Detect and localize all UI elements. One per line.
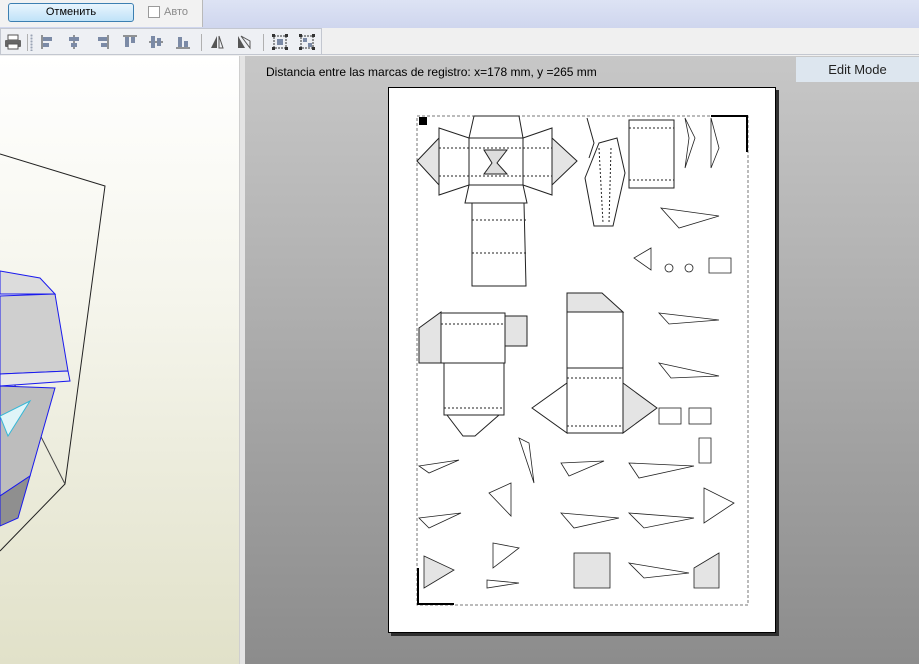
ungroup-icon[interactable]: [298, 33, 316, 51]
part-hull-left: [418, 311, 528, 437]
align-right-icon[interactable]: [93, 33, 111, 51]
registration-distance-text: Distancia entre las marcas de registro: …: [266, 65, 597, 79]
paper-sheet[interactable]: [388, 87, 776, 633]
group-icon[interactable]: [271, 33, 289, 51]
3d-model-view: [0, 153, 106, 552]
part-hull-right: [531, 292, 658, 434]
part-cabin-top: [416, 115, 578, 287]
registration-mark-corner: [711, 115, 748, 152]
align-left-icon[interactable]: [39, 33, 57, 51]
print-preview-area: Distancia entre las marcas de registro: …: [245, 56, 919, 664]
flip-vertical-icon[interactable]: [235, 33, 253, 51]
align-center-v-icon[interactable]: [147, 33, 165, 51]
top-panel: Отменить Авто: [0, 0, 203, 27]
part-rectangle-box: [628, 119, 675, 189]
registration-mark-square: [419, 117, 427, 125]
3d-viewport[interactable]: [0, 56, 239, 664]
flip-horizontal-icon[interactable]: [208, 33, 226, 51]
toolbar: [0, 28, 322, 55]
toolbar-tail: [322, 28, 919, 55]
papercraft-layout: [416, 115, 749, 606]
auto-checkbox[interactable]: [148, 6, 160, 18]
align-top-icon[interactable]: [121, 33, 139, 51]
edit-mode-badge[interactable]: Edit Mode: [796, 57, 919, 82]
print-icon[interactable]: [4, 33, 22, 51]
align-bottom-icon[interactable]: [174, 33, 192, 51]
part-tower: [584, 117, 626, 227]
auto-label: Авто: [164, 6, 188, 18]
small-parts: [417, 117, 735, 589]
align-center-h-icon[interactable]: [65, 33, 83, 51]
cancel-button[interactable]: Отменить: [8, 3, 134, 22]
